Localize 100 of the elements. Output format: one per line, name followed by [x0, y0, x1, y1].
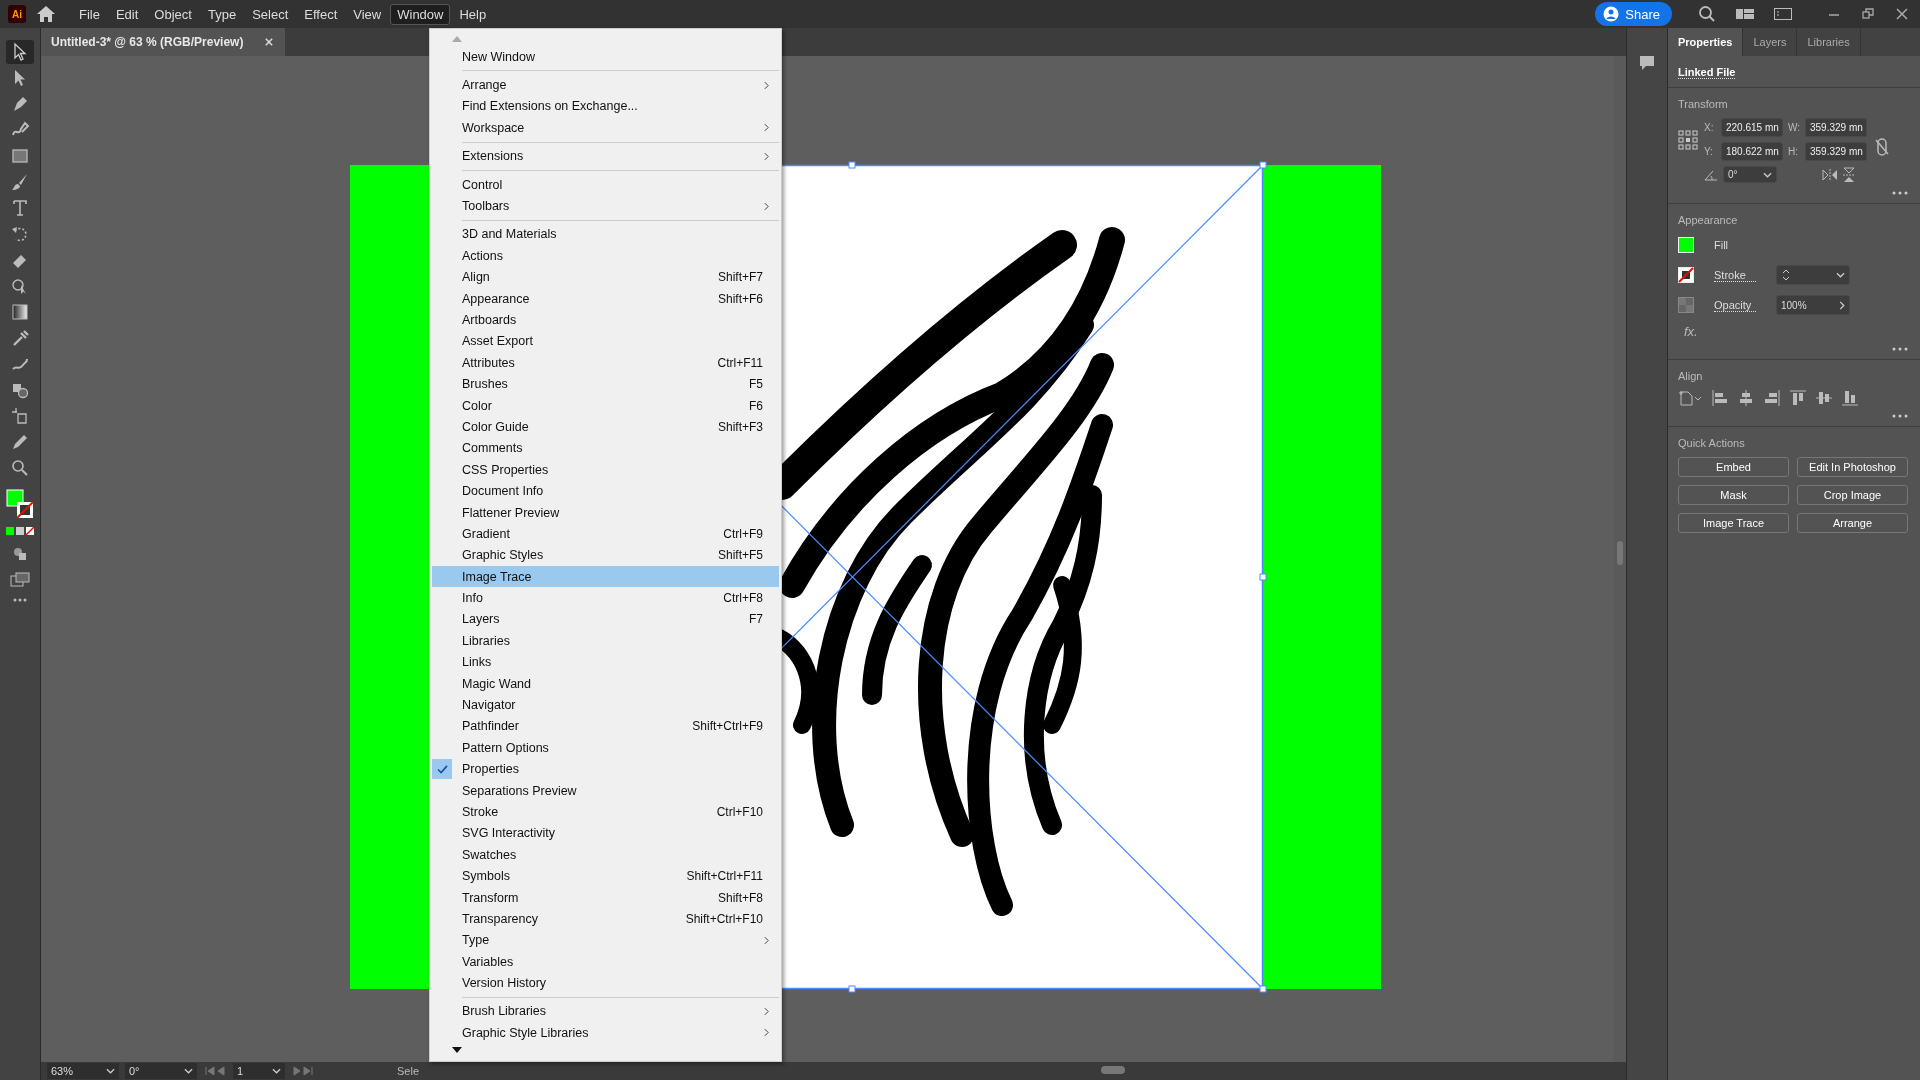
menu-item[interactable]: Attributes Ctrl+F11	[432, 352, 779, 374]
flip-vertical-icon[interactable]	[1843, 166, 1855, 183]
opacity-checker-icon[interactable]	[1678, 297, 1694, 313]
opacity-field[interactable]: 100%	[1776, 295, 1850, 315]
menu-item[interactable]: Navigator	[432, 694, 779, 716]
menu-item[interactable]: Toolbars	[432, 195, 779, 217]
width-field[interactable]: 359.329 mn	[1805, 118, 1867, 137]
align-vertical-center-icon[interactable]	[1816, 390, 1832, 406]
panel-tab[interactable]: Layers	[1743, 28, 1798, 56]
workspace-layout-icon[interactable]	[1736, 7, 1754, 21]
menu-item[interactable]: Transform Shift+F8	[432, 886, 779, 909]
menu-item[interactable]: Comments	[432, 437, 779, 460]
more-options-icon[interactable]	[1892, 347, 1908, 351]
menu-item[interactable]: Type	[200, 3, 244, 25]
close-icon[interactable]	[1896, 8, 1908, 20]
last-artboard-icon[interactable]	[291, 1066, 315, 1076]
fill-stroke-swatch-icon[interactable]	[5, 488, 35, 520]
menu-item[interactable]: Type	[432, 929, 779, 951]
menu-item[interactable]: Magic Wand	[432, 672, 779, 695]
menu-item[interactable]: Transparency Shift+Ctrl+F10	[432, 908, 779, 930]
artboard-field[interactable]: 1	[233, 1063, 285, 1079]
menu-item[interactable]: Image Trace	[432, 566, 779, 588]
more-options-icon[interactable]	[1892, 414, 1908, 418]
menu-item[interactable]: Libraries	[432, 630, 779, 652]
document-tab[interactable]: Untitled-3* @ 63 % (RGB/Preview)	[41, 28, 286, 56]
menu-item[interactable]: Info Ctrl+F8	[432, 587, 779, 609]
menu-item[interactable]: Control	[432, 173, 779, 196]
menu-item[interactable]: Object	[147, 3, 199, 25]
stroke-weight-field[interactable]	[1776, 265, 1850, 285]
menu-item[interactable]: Color F6	[432, 394, 779, 417]
menu-item[interactable]: Links	[432, 651, 779, 673]
chevron-down-icon[interactable]	[1836, 272, 1845, 278]
reference-point-icon[interactable]	[1678, 130, 1698, 150]
menu-item[interactable]: 3D and Materials	[432, 223, 779, 246]
scroll-down-icon[interactable]	[452, 1046, 462, 1053]
menu-item[interactable]: Select	[245, 3, 296, 25]
menu-item[interactable]: Asset Export	[432, 330, 779, 353]
panel-tab[interactable]: Properties	[1668, 28, 1744, 56]
menu-item[interactable]: Help	[452, 3, 494, 25]
constrain-proportions-icon[interactable]	[1875, 138, 1889, 156]
stepper-icon[interactable]	[1781, 267, 1791, 283]
menu-item[interactable]: Brushes F5	[432, 373, 779, 395]
menu-item[interactable]: Effect	[297, 3, 345, 25]
quick-action-button[interactable]: Image Trace	[1678, 513, 1789, 533]
search-icon[interactable]	[1698, 5, 1716, 23]
menu-item[interactable]: New Window	[432, 46, 779, 68]
quick-action-button[interactable]: Mask	[1678, 485, 1789, 505]
vertical-scrollbar[interactable]	[1614, 56, 1626, 1062]
menu-item[interactable]: Properties	[432, 758, 779, 780]
quick-action-button[interactable]: Embed	[1678, 457, 1789, 477]
stroke-swatch-icon[interactable]	[1678, 267, 1694, 283]
menu-item[interactable]: CSS Properties	[432, 459, 779, 481]
align-right-icon[interactable]	[1764, 390, 1780, 406]
menu-item[interactable]: Graphic Style Libraries	[432, 1022, 779, 1044]
menu-item[interactable]: Pattern Options	[432, 737, 779, 759]
flip-horizontal-icon[interactable]	[1822, 168, 1838, 181]
menu-item[interactable]: Pathfinder Shift+Ctrl+F9	[432, 715, 779, 738]
home-icon[interactable]	[36, 4, 56, 24]
comment-icon[interactable]	[1638, 54, 1656, 72]
more-options-icon[interactable]	[1892, 191, 1908, 195]
opacity-link[interactable]: Opacity	[1714, 298, 1756, 312]
y-field[interactable]: 180.622 mn	[1721, 142, 1783, 161]
menu-item[interactable]: Window	[390, 3, 451, 25]
share-button[interactable]: Share	[1595, 2, 1672, 26]
restore-icon[interactable]	[1862, 8, 1874, 20]
color-mode-icon[interactable]	[5, 526, 35, 536]
menu-item[interactable]: SVG Interactivity	[432, 822, 779, 845]
height-field[interactable]: 359.329 mn	[1805, 142, 1867, 161]
align-to-icon[interactable]	[1678, 390, 1702, 406]
first-artboard-icon[interactable]	[203, 1066, 227, 1076]
menu-item[interactable]: Actions	[432, 245, 779, 267]
align-left-icon[interactable]	[1712, 390, 1728, 406]
menu-item[interactable]: Workspace	[432, 117, 779, 139]
menu-item[interactable]: Artboards	[432, 309, 779, 331]
stroke-link[interactable]: Stroke	[1714, 268, 1756, 282]
quick-action-button[interactable]: Arrange	[1797, 513, 1908, 533]
rotation-field[interactable]: 0°	[125, 1063, 197, 1079]
menu-item[interactable]: Extensions	[432, 145, 779, 167]
menu-item[interactable]: Symbols Shift+Ctrl+F11	[432, 865, 779, 887]
menu-item[interactable]: Gradient Ctrl+F9	[432, 523, 779, 545]
menu-item[interactable]: Edit	[108, 3, 146, 25]
align-top-icon[interactable]	[1790, 390, 1806, 406]
menu-item[interactable]: Separations Preview	[432, 779, 779, 802]
quick-action-button[interactable]: Crop Image	[1797, 485, 1908, 505]
quick-action-button[interactable]: Edit In Photoshop	[1797, 457, 1908, 477]
menu-item[interactable]: View	[346, 3, 389, 25]
menu-item[interactable]: Layers F7	[432, 608, 779, 631]
menu-item[interactable]: Flattener Preview	[432, 501, 779, 524]
menu-item[interactable]: Swatches	[432, 844, 779, 866]
linked-file-link[interactable]: Linked File	[1678, 66, 1736, 79]
x-field[interactable]: 220.615 mn	[1721, 118, 1783, 137]
menu-item[interactable]: Find Extensions on Exchange...	[432, 95, 779, 118]
menu-item[interactable]: Stroke Ctrl+F10	[432, 801, 779, 823]
panel-layout-icon[interactable]	[1774, 7, 1792, 21]
menu-item[interactable]: Variables	[432, 951, 779, 973]
menu-item[interactable]: Version History	[432, 972, 779, 994]
rotation-angle-field[interactable]: 0°	[1723, 166, 1777, 183]
menu-item[interactable]: Color Guide Shift+F3	[432, 416, 779, 438]
menu-item[interactable]: Brush Libraries	[432, 1000, 779, 1023]
fill-swatch-icon[interactable]	[1678, 237, 1694, 253]
